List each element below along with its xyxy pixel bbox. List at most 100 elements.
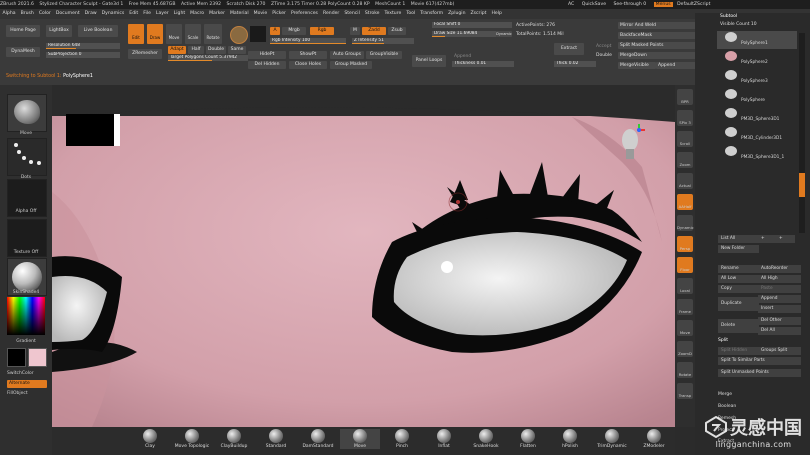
ac-label[interactable]: AC <box>568 2 574 7</box>
main-color-swatch[interactable] <box>7 348 26 367</box>
split-unmasked-button[interactable]: Split Unmasked Points <box>718 369 801 377</box>
menu-edit[interactable]: Edit <box>127 9 141 19</box>
move-button[interactable]: Move <box>166 24 182 44</box>
brush-standard[interactable]: Standard <box>256 429 296 449</box>
double-toggle[interactable]: Double <box>596 52 612 60</box>
default-zscript[interactable]: DefaultZScript <box>677 2 710 7</box>
hidept-button[interactable]: HidePt <box>248 51 286 59</box>
menus-button[interactable]: Menus <box>653 2 673 7</box>
dynamesh-button[interactable]: DynaMesh <box>6 47 40 57</box>
switch-color-button[interactable]: SwitchColor <box>0 371 59 376</box>
zremesher-button[interactable]: ZRemesher <box>128 49 162 59</box>
split-similar-button[interactable]: Split To Similar Parts <box>718 357 801 365</box>
a-button[interactable]: A <box>270 27 280 35</box>
brush-flatten[interactable]: Flatten <box>508 429 548 449</box>
subtool-item[interactable]: PolySphere <box>717 88 797 106</box>
live-boolean-button[interactable]: Live Boolean <box>78 25 118 37</box>
del-all-button[interactable]: Del All <box>758 327 801 335</box>
view-local-button[interactable]: Local <box>677 278 693 294</box>
view-move-button[interactable]: Move <box>677 320 693 336</box>
draw-button[interactable]: Draw <box>147 24 163 44</box>
brush-thumbnail[interactable] <box>7 94 47 132</box>
subtool-item[interactable]: PM3D_Cylinder3D1 <box>717 126 797 144</box>
merge-visible-button[interactable]: MergeVisible <box>618 62 656 69</box>
subtool-item[interactable]: PolySphere3 <box>717 69 797 87</box>
menu-material[interactable]: Material <box>227 9 251 19</box>
view-bpr-button[interactable]: BPR <box>677 89 693 105</box>
menu-render[interactable]: Render <box>320 9 341 19</box>
view-frame-button[interactable]: Frame <box>677 299 693 315</box>
resolution-slider[interactable]: Resolution 648 <box>46 43 120 49</box>
subtool-scrollbar[interactable] <box>799 33 805 233</box>
view-persp-button[interactable]: Persp <box>677 236 693 252</box>
view-scroll-button[interactable]: Scroll <box>677 131 693 147</box>
brush-move-topologic[interactable]: Move Topologic <box>172 429 212 449</box>
del-hidden-button[interactable]: Del Hidden <box>248 61 286 69</box>
groups-split-button[interactable]: Groups Split <box>758 347 801 355</box>
brush-move[interactable]: Move <box>340 429 380 449</box>
menu-file[interactable]: File <box>141 9 154 19</box>
brush-snakehook[interactable]: SnakeHook <box>466 429 506 449</box>
subtool-title[interactable]: Subtool <box>720 13 737 21</box>
menu-dynamics[interactable]: Dynamics <box>99 9 127 19</box>
home-page-button[interactable]: Home Page <box>6 25 40 37</box>
lightbox-button[interactable]: LightBox <box>46 25 72 37</box>
same-button[interactable]: Same <box>228 46 246 54</box>
z-intensity-slider[interactable]: Z Intensity 51 <box>352 38 414 44</box>
view-dynamic-button[interactable]: Dynamic <box>677 215 694 231</box>
menu-stroke[interactable]: Stroke <box>362 9 382 19</box>
showpt-button[interactable]: ShowPt <box>289 51 327 59</box>
menu-movie[interactable]: Movie <box>251 9 270 19</box>
see-through-slider[interactable]: See-through 0 <box>613 2 646 7</box>
boolean-section[interactable]: Boolean <box>718 403 736 411</box>
delete-button[interactable]: Delete <box>718 319 759 333</box>
adapt-button[interactable]: Adapt <box>168 46 186 54</box>
view-rotate-button[interactable]: Rotate <box>677 362 693 378</box>
stroke-thumbnail[interactable] <box>7 138 47 176</box>
subtool-item[interactable]: PolySphere1 <box>717 31 797 49</box>
thick-slider[interactable]: Thick 0.02 <box>554 61 596 67</box>
view-aahalf-button[interactable]: AAHalf <box>677 194 693 210</box>
menu-layer[interactable]: Layer <box>153 9 171 19</box>
edit-button[interactable]: Edit <box>128 24 144 44</box>
rotate-button[interactable]: Rotate <box>204 24 222 44</box>
fill-object-button[interactable]: FillObject <box>0 391 59 396</box>
rename-button[interactable]: Rename <box>718 265 759 273</box>
brush-damstandard[interactable]: DamStandard <box>298 429 338 449</box>
menu-document[interactable]: Document <box>53 9 82 19</box>
menu-marker[interactable]: Marker <box>207 9 228 19</box>
copy-button[interactable]: Copy <box>718 285 759 293</box>
color-picker[interactable] <box>7 297 45 335</box>
subprojection-slider[interactable]: SubProjection 0 <box>46 52 120 58</box>
secondary-color-swatch[interactable] <box>28 348 47 367</box>
group-visible-button[interactable]: GroupVisible <box>366 51 402 59</box>
menu-zplugin[interactable]: Zplugin <box>446 9 468 19</box>
brush-claybuildup[interactable]: ClayBuildup <box>214 429 254 449</box>
brush-pinch[interactable]: Pinch <box>382 429 422 449</box>
quicksave-button[interactable]: QuickSave <box>582 2 606 7</box>
target-polygons-slider[interactable]: Target Polygons Count 5.37942 <box>168 55 248 61</box>
view-floor-button[interactable]: Floor <box>677 257 693 273</box>
mrgb-button[interactable]: Mrgb <box>282 27 306 35</box>
view-zoom-button[interactable]: Zoom <box>677 152 693 168</box>
all-high-button[interactable]: All High <box>758 275 801 283</box>
subtool-item[interactable]: PolySphere2 <box>717 50 797 68</box>
thickness-slider[interactable]: Thickness 0.01 <box>452 61 514 67</box>
merge-down-button[interactable]: MergeDown <box>618 52 696 59</box>
view-actual-button[interactable]: Actual <box>677 173 693 189</box>
material-sphere-icon[interactable] <box>230 26 248 44</box>
menu-preferences[interactable]: Preferences <box>288 9 320 19</box>
menu-color[interactable]: Color <box>36 9 53 19</box>
split-section[interactable]: Split <box>718 337 728 345</box>
view-spix-3-button[interactable]: SPix 3 <box>677 110 693 126</box>
all-low-button[interactable]: All Low <box>718 275 759 283</box>
color-swatch-icon[interactable] <box>250 26 266 42</box>
extract-button[interactable]: Extract <box>554 43 584 55</box>
menu-alpha[interactable]: Alpha <box>0 9 18 19</box>
menu-texture[interactable]: Texture <box>382 9 404 19</box>
menu-stencil[interactable]: Stencil <box>342 9 363 19</box>
double-button[interactable]: Double <box>206 46 226 54</box>
orientation-head-icon[interactable] <box>617 122 645 166</box>
half-button[interactable]: Half <box>188 46 204 54</box>
arrow-down-button[interactable]: + <box>776 235 795 243</box>
